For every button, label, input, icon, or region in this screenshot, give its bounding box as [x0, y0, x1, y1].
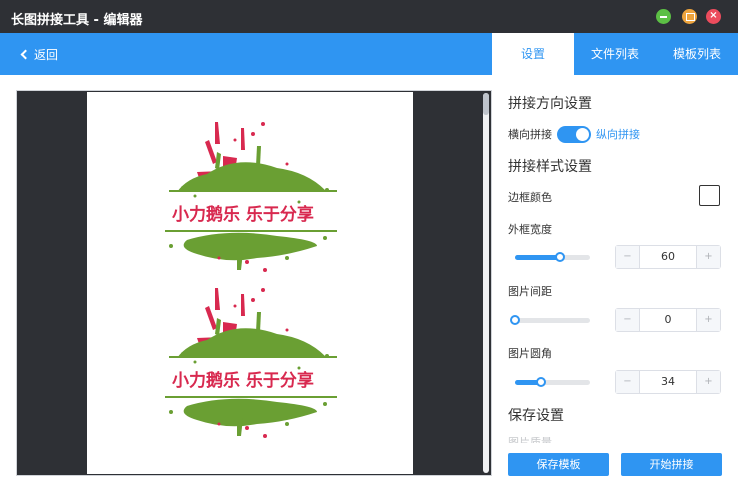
spacing-slider[interactable]: [510, 315, 590, 325]
title-bar: 长图拼接工具 - 编辑器 ×: [0, 0, 738, 33]
spacing-label: 图片间距: [508, 285, 552, 298]
chevron-left-icon: [20, 49, 31, 60]
direction-section-title: 拼接方向设置: [508, 96, 592, 112]
start-stitch-button[interactable]: 开始拼接: [621, 453, 722, 476]
back-button[interactable]: 返回: [20, 46, 59, 63]
image-quality-label: 图片质量: [508, 437, 552, 443]
increment-button[interactable]: +: [696, 246, 720, 268]
preview-page: 小力鹅乐 乐于分享 小力鹅乐 乐于分享: [87, 92, 413, 474]
border-color-picker[interactable]: [699, 185, 720, 206]
back-label: 返回: [34, 48, 59, 62]
settings-panel: 拼接方向设置 横向拼接 纵向拼接 拼接样式设置 边框颜色 外框宽度 − 60 +…: [492, 75, 738, 492]
tab-template-list[interactable]: 模板列表: [656, 33, 738, 75]
preview-scrollbar[interactable]: [483, 93, 489, 473]
minimize-icon: [656, 9, 671, 24]
preview-text-1: 小力鹅乐 乐于分享: [172, 204, 314, 225]
tab-settings[interactable]: 设置: [492, 33, 574, 75]
close-icon: ×: [709, 10, 718, 21]
tab-file-list[interactable]: 文件列表: [574, 33, 656, 75]
spacing-value[interactable]: 0: [640, 309, 696, 331]
minimize-button[interactable]: [656, 9, 671, 24]
outer-width-value[interactable]: 60: [640, 246, 696, 268]
radius-label: 图片圆角: [508, 347, 552, 360]
decrement-button[interactable]: −: [616, 246, 640, 268]
save-section-title: 保存设置: [508, 408, 564, 424]
increment-button[interactable]: +: [696, 371, 720, 393]
preview-image-2: 小力鹅乐 乐于分享: [165, 288, 337, 438]
outer-width-stepper: − 60 +: [615, 245, 721, 269]
direction-horizontal-label: 横向拼接: [508, 128, 552, 141]
save-template-button[interactable]: 保存模板: [508, 453, 609, 476]
slider-handle[interactable]: [535, 377, 546, 387]
preview-images: 小力鹅乐 乐于分享 小力鹅乐 乐于分享: [165, 122, 337, 438]
slider-fill: [515, 255, 560, 260]
slider-handle[interactable]: [510, 315, 520, 325]
top-navigation: 返回 设置 文件列表 模板列表: [0, 33, 738, 75]
spacing-stepper: − 0 +: [615, 308, 721, 332]
close-button[interactable]: ×: [706, 9, 721, 24]
radius-stepper: − 34 +: [615, 370, 721, 394]
outer-width-label: 外框宽度: [508, 223, 552, 236]
outer-width-slider[interactable]: [515, 252, 590, 262]
border-color-label: 边框颜色: [508, 191, 552, 204]
preview-image-1: 小力鹅乐 乐于分享: [165, 122, 337, 272]
decrement-button[interactable]: −: [616, 309, 640, 331]
direction-toggle[interactable]: [557, 125, 591, 143]
radius-slider[interactable]: [515, 377, 590, 387]
toggle-knob: [576, 127, 589, 141]
direction-vertical-label: 纵向拼接: [596, 128, 640, 141]
app-window: 长图拼接工具 - 编辑器 × 返回 设置 文件列表 模板列表 小力鹅乐 乐于分享…: [0, 0, 738, 492]
scrollbar-thumb[interactable]: [483, 93, 489, 115]
maximize-icon: [682, 9, 697, 24]
decrement-button[interactable]: −: [616, 371, 640, 393]
preview-canvas: 小力鹅乐 乐于分享 小力鹅乐 乐于分享: [16, 90, 492, 476]
window-title: 长图拼接工具 - 编辑器: [11, 13, 143, 28]
increment-button[interactable]: +: [696, 309, 720, 331]
radius-value[interactable]: 34: [640, 371, 696, 393]
style-section-title: 拼接样式设置: [508, 159, 592, 175]
preview-text-2: 小力鹅乐 乐于分享: [172, 370, 314, 391]
direction-toggle-row: 横向拼接 纵向拼接: [508, 125, 640, 143]
maximize-button[interactable]: [682, 9, 697, 24]
slider-handle[interactable]: [555, 252, 565, 262]
